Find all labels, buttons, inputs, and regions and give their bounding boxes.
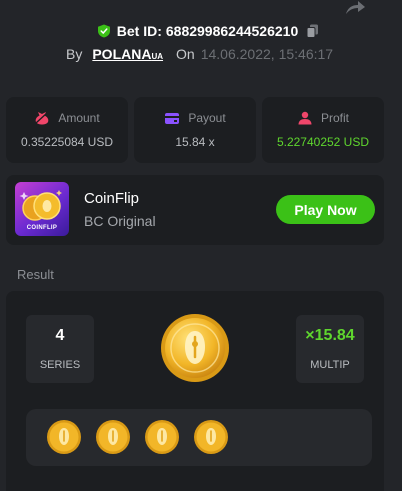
stat-profit-label: Profit — [320, 111, 349, 125]
game-name: CoinFlip — [84, 190, 140, 207]
stat-payout-value: 15.84 x — [175, 135, 215, 149]
series-coin-icon — [96, 420, 130, 454]
stat-payout: Payout 15.84 x — [134, 97, 256, 163]
username-suffix: UA — [151, 52, 164, 61]
money-bag-icon — [35, 112, 49, 125]
coin-series-row — [26, 409, 372, 466]
result-coin-icon — [161, 314, 229, 382]
copy-icon[interactable] — [306, 24, 319, 38]
series-coin-icon — [47, 420, 81, 454]
bet-author-line: By POLANAUA On 14.06.2022, 15:46:17 — [66, 46, 333, 62]
bet-id-line: Bet ID: 68829986244526210 — [0, 23, 402, 39]
bet-id-value: 68829986244526210 — [165, 23, 299, 39]
game-thumbnail[interactable]: COINFLIP — [15, 182, 69, 236]
bet-id-label: Bet ID: — [116, 23, 162, 39]
by-label: By — [66, 46, 83, 62]
series-coin-icon — [145, 420, 179, 454]
stat-profit: Profit 5.22740252 USD — [262, 97, 384, 163]
result-heading: Result — [17, 267, 54, 282]
multiplier-value: ×15.84 — [305, 327, 355, 344]
series-coin-icon — [194, 420, 228, 454]
stat-profit-value: 5.22740252 USD — [276, 135, 370, 149]
result-panel: 4 SERIES ×15.84 MULTIP — [6, 291, 384, 491]
play-now-button[interactable]: Play Now — [276, 195, 375, 224]
bet-date: 14.06.2022, 15:46:17 — [200, 46, 334, 62]
series-label: SERIES — [39, 359, 81, 371]
game-thumbnail-caption: COINFLIP — [26, 225, 58, 231]
user-link[interactable]: POLANAUA — [92, 46, 163, 62]
share-icon[interactable] — [344, 0, 366, 14]
bet-stats: Amount 0.35225084 USD Payout 15.84 x Pro… — [6, 97, 384, 163]
series-value: 4 — [55, 327, 65, 344]
user-profit-icon — [298, 111, 312, 125]
stat-amount: Amount 0.35225084 USD — [6, 97, 128, 163]
stat-amount-label: Amount — [58, 111, 100, 125]
wallet-card-icon — [165, 113, 180, 124]
verified-shield-icon — [97, 24, 110, 38]
multiplier-label: MULTIP — [310, 359, 350, 371]
stat-payout-label: Payout — [188, 111, 226, 125]
series-box: 4 SERIES — [26, 315, 94, 383]
multiplier-box: ×15.84 MULTIP — [296, 315, 364, 383]
username: POLANA — [92, 46, 152, 62]
stat-amount-value: 0.35225084 USD — [20, 135, 114, 149]
game-provider: BC Original — [84, 213, 156, 229]
game-card: COINFLIP CoinFlip BC Original Play Now — [6, 175, 384, 245]
on-label: On — [176, 46, 195, 62]
